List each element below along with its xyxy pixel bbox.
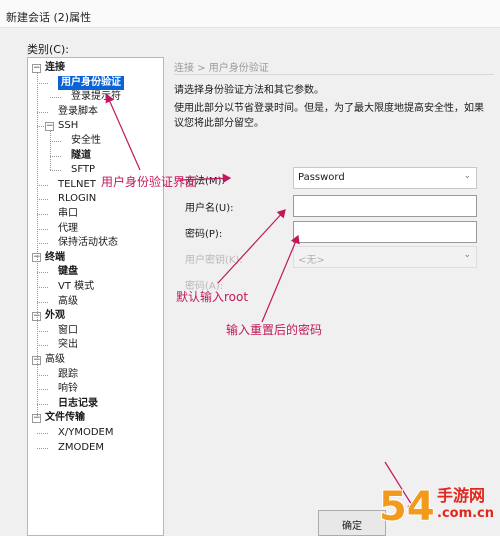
watermark-domain: .com.cn (437, 506, 495, 521)
annotation-arrows (105, 93, 416, 512)
arrow-to-username (217, 209, 286, 284)
site-watermark: 54 手游网 .com.cn (377, 470, 500, 536)
watermark-logo-icon: 54 (378, 483, 436, 531)
annotation-auth-ui: 用户身份验证界面 (101, 175, 198, 189)
annotation-reset-password: 输入重置后的密码 (226, 323, 323, 337)
ok-button[interactable]: 确定 (318, 510, 386, 536)
svg-text:54: 54 (379, 484, 435, 530)
watermark-site-name: 手游网 (437, 486, 486, 505)
arrow-to-auth-item (105, 93, 141, 171)
annotation-default-root: 默认输入root (176, 290, 249, 304)
arrow-to-password (261, 234, 300, 323)
